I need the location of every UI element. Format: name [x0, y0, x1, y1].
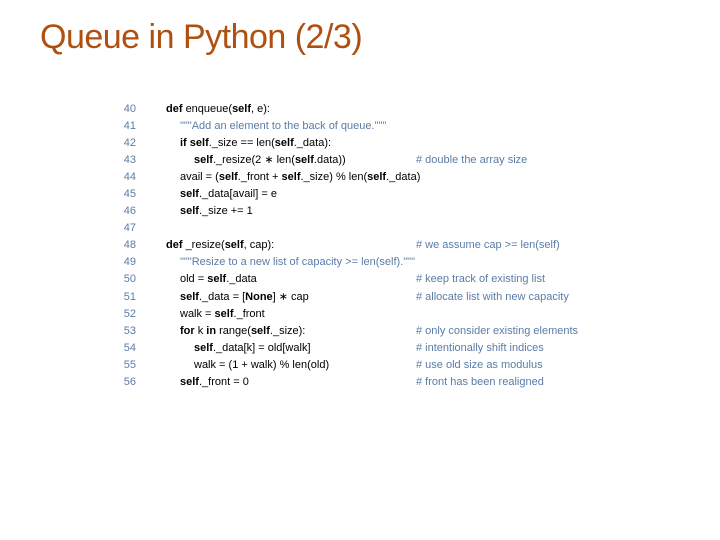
code-content: """Resize to a new list of capacity >= l… — [136, 254, 416, 271]
code-line: 55walk = (1 + walk) % len(old)# use old … — [110, 357, 690, 374]
line-number: 42 — [110, 135, 136, 152]
code-content: self._data = [None] ∗ cap — [136, 289, 416, 306]
code-line: 51self._data = [None] ∗ cap# allocate li… — [110, 289, 690, 306]
slide-title: Queue in Python (2/3) — [40, 18, 690, 57]
line-number: 55 — [110, 357, 136, 374]
code-line: 44avail = (self._front + self._size) % l… — [110, 169, 690, 186]
line-number: 41 — [110, 118, 136, 135]
line-number: 51 — [110, 289, 136, 306]
code-line: 48def _resize(self, cap):# we assume cap… — [110, 237, 690, 254]
code-content: def _resize(self, cap): — [136, 237, 416, 254]
code-line: 54self._data[k] = old[walk]# intentional… — [110, 340, 690, 357]
code-content: avail = (self._front + self._size) % len… — [136, 169, 416, 186]
code-comment: # use old size as modulus — [416, 357, 543, 374]
code-line: 46self._size += 1 — [110, 203, 690, 220]
code-block: 40def enqueue(self, e):41"""Add an eleme… — [40, 101, 690, 391]
code-content: self._resize(2 ∗ len(self.data)) — [136, 152, 416, 169]
code-line: 49"""Resize to a new list of capacity >=… — [110, 254, 690, 271]
code-line: 41"""Add an element to the back of queue… — [110, 118, 690, 135]
line-number: 46 — [110, 203, 136, 220]
line-number: 43 — [110, 152, 136, 169]
code-content: walk = (1 + walk) % len(old) — [136, 357, 416, 374]
code-comment: # only consider existing elements — [416, 323, 578, 340]
code-comment: # front has been realigned — [416, 374, 544, 391]
line-number: 53 — [110, 323, 136, 340]
code-comment: # intentionally shift indices — [416, 340, 544, 357]
code-line: 56self._front = 0# front has been realig… — [110, 374, 690, 391]
code-content: walk = self._front — [136, 306, 416, 323]
line-number: 52 — [110, 306, 136, 323]
code-line: 42if self._size == len(self._data): — [110, 135, 690, 152]
line-number: 56 — [110, 374, 136, 391]
code-content: for k in range(self._size): — [136, 323, 416, 340]
line-number: 49 — [110, 254, 136, 271]
line-number: 50 — [110, 271, 136, 288]
line-number: 40 — [110, 101, 136, 118]
slide-container: Queue in Python (2/3) 40def enqueue(self… — [0, 0, 720, 391]
code-comment: # double the array size — [416, 152, 527, 169]
code-comment: # we assume cap >= len(self) — [416, 237, 560, 254]
line-number: 48 — [110, 237, 136, 254]
code-comment: # allocate list with new capacity — [416, 289, 569, 306]
code-line: 47 — [110, 220, 690, 237]
code-line: 53for k in range(self._size):# only cons… — [110, 323, 690, 340]
code-content: self._data[avail] = e — [136, 186, 416, 203]
code-content: if self._size == len(self._data): — [136, 135, 416, 152]
line-number: 45 — [110, 186, 136, 203]
code-line: 43self._resize(2 ∗ len(self.data))# doub… — [110, 152, 690, 169]
line-number: 47 — [110, 220, 136, 237]
code-content: self._size += 1 — [136, 203, 416, 220]
code-content: """Add an element to the back of queue."… — [136, 118, 416, 135]
code-content: def enqueue(self, e): — [136, 101, 416, 118]
code-content: self._data[k] = old[walk] — [136, 340, 416, 357]
code-line: 40def enqueue(self, e): — [110, 101, 690, 118]
code-content: self._front = 0 — [136, 374, 416, 391]
code-line: 45self._data[avail] = e — [110, 186, 690, 203]
code-comment: # keep track of existing list — [416, 271, 545, 288]
code-line: 50old = self._data# keep track of existi… — [110, 271, 690, 288]
line-number: 44 — [110, 169, 136, 186]
code-content: old = self._data — [136, 271, 416, 288]
line-number: 54 — [110, 340, 136, 357]
code-line: 52walk = self._front — [110, 306, 690, 323]
